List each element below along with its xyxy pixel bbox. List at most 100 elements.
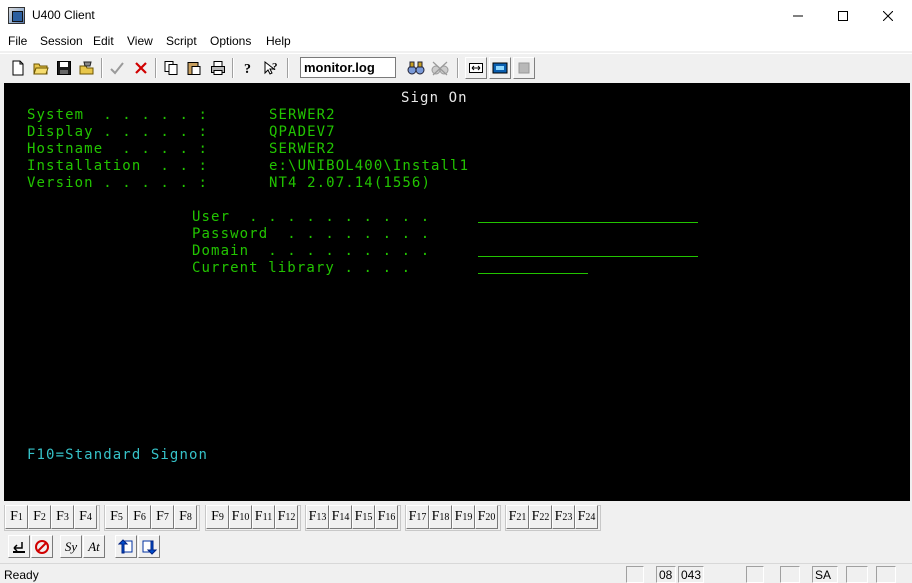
menu-session[interactable]: Session [40, 34, 83, 48]
minimize-button[interactable] [775, 0, 821, 31]
fkey-letter: F [254, 509, 263, 524]
cancel-x-icon[interactable] [130, 57, 152, 79]
enter-key-icon[interactable] [8, 535, 30, 558]
fkey-f10[interactable]: F 10 [229, 505, 252, 529]
fkey-letter: F [156, 509, 164, 524]
menu-script[interactable]: Script [166, 34, 197, 48]
fkey-f22[interactable]: F 22 [529, 505, 552, 529]
fkey-f14[interactable]: F 14 [329, 505, 352, 529]
svg-text:?: ? [244, 62, 251, 76]
roll-up-icon[interactable] [115, 535, 137, 558]
fkey-f19[interactable]: F 19 [452, 505, 475, 529]
fkey-number: 11 [262, 511, 273, 523]
domain-input[interactable] [478, 256, 698, 257]
window-title: U400 Client [32, 8, 95, 22]
binoculars-icon[interactable] [405, 57, 427, 79]
hostname-label: Hostname . . . . : [27, 141, 209, 157]
checkmark-icon[interactable] [106, 57, 128, 79]
toolbar-separator [457, 58, 459, 78]
fkey-number: 18 [439, 511, 450, 523]
status-panel-empty [626, 566, 644, 583]
stop-monitor-icon[interactable] [429, 57, 451, 79]
open-folder-icon[interactable] [30, 57, 52, 79]
paste-icon[interactable] [183, 57, 205, 79]
fkey-f11[interactable]: F 11 [252, 505, 275, 529]
toolbar: ? ? [0, 53, 912, 81]
menu-edit[interactable]: Edit [93, 34, 114, 48]
fkey-letter: F [231, 509, 240, 524]
menu-options[interactable]: Options [210, 34, 251, 48]
fkey-f24[interactable]: F 24 [575, 505, 598, 529]
fkey-f23[interactable]: F 23 [552, 505, 575, 529]
fkey-f3[interactable]: F3 [51, 505, 74, 529]
resize-icon[interactable] [465, 57, 487, 79]
fkey-letter: F [79, 509, 87, 524]
fkey-f7[interactable]: F7 [151, 505, 174, 529]
menu-view[interactable]: View [127, 34, 153, 48]
fkey-f12[interactable]: F 12 [275, 505, 298, 529]
log-file-input[interactable] [300, 57, 396, 78]
menu-help[interactable]: Help [266, 34, 291, 48]
status-panel-empty [780, 566, 800, 583]
fkey-number: 12 [285, 511, 296, 523]
fkey-number: 10 [239, 511, 250, 523]
print-icon[interactable] [207, 57, 229, 79]
toolbar-separator [101, 58, 103, 78]
attention-button[interactable]: At [83, 535, 105, 558]
menu-file[interactable]: File [8, 34, 27, 48]
disabled-stop-icon[interactable] [513, 57, 535, 79]
fkey-f5[interactable]: F5 [105, 505, 128, 529]
fkey-number: 15 [362, 511, 373, 523]
fkey-letter: F [477, 509, 486, 524]
fkey-number: 19 [462, 511, 473, 523]
reset-icon[interactable] [31, 535, 53, 558]
fkey-letter: F [10, 509, 18, 524]
sysreq-button[interactable]: Sy [60, 535, 82, 558]
toolbar-separator [155, 58, 157, 78]
fkey-f21[interactable]: F 21 [506, 505, 529, 529]
fkey-number: 20 [485, 511, 496, 523]
fkey-f8[interactable]: F8 [174, 505, 197, 529]
fkey-number: 16 [385, 511, 396, 523]
fkey-f20[interactable]: F 20 [475, 505, 498, 529]
fkey-f16[interactable]: F 16 [375, 505, 398, 529]
fkey-letter: F [554, 509, 563, 524]
toolbar-separator [287, 58, 289, 78]
save-icon[interactable] [53, 57, 75, 79]
status-panel-empty [746, 566, 764, 583]
terminal-screen[interactable]: Sign On System . . . . . : SERWER2 Displ… [4, 83, 910, 501]
cursor-row: 08 [656, 566, 676, 583]
copy-icon[interactable] [160, 57, 182, 79]
screen-icon[interactable] [489, 57, 511, 79]
close-button[interactable] [865, 0, 911, 31]
hostname-value: SERWER2 [269, 141, 336, 157]
fkey-f6[interactable]: F6 [128, 505, 151, 529]
new-file-icon[interactable] [7, 57, 29, 79]
current-library-input[interactable] [478, 273, 588, 274]
fkey-number: 7 [163, 511, 169, 523]
svg-text:?: ? [272, 61, 278, 73]
status-text: Ready [4, 568, 39, 582]
fkey-letter: F [277, 509, 286, 524]
context-help-icon[interactable]: ? [260, 57, 282, 79]
status-panel-empty [846, 566, 868, 583]
user-label: User . . . . . . . . . . [192, 209, 431, 225]
maximize-button[interactable] [820, 0, 866, 31]
help-icon[interactable]: ? [237, 57, 259, 79]
fkey-f18[interactable]: F 18 [429, 505, 452, 529]
fkey-letter: F [508, 509, 517, 524]
fkey-f17[interactable]: F 17 [406, 505, 429, 529]
fkey-f15[interactable]: F 15 [352, 505, 375, 529]
current-library-label: Current library . . . . [192, 260, 412, 276]
fkey-f9[interactable]: F9 [206, 505, 229, 529]
fkey-f1[interactable]: F1 [5, 505, 28, 529]
fkey-f2[interactable]: F2 [28, 505, 51, 529]
status-bar: Ready 08 043 SA [0, 563, 912, 583]
user-input[interactable] [478, 222, 698, 223]
fkey-f4[interactable]: F4 [74, 505, 97, 529]
roll-down-icon[interactable] [138, 535, 160, 558]
open-session-icon[interactable] [76, 57, 98, 79]
menu-bar: File Session Edit View Script Options He… [0, 31, 912, 51]
fkey-f13[interactable]: F 13 [306, 505, 329, 529]
fkey-letter: F [56, 509, 64, 524]
